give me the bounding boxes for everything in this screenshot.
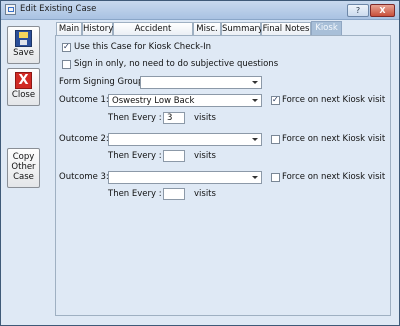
outcome-3-visits-label: visits: [194, 189, 216, 199]
close-label: Close: [11, 90, 36, 100]
title-bar: Edit Existing Case ? X: [1, 1, 399, 20]
outcome-3-dropdown[interactable]: [108, 171, 262, 184]
form-signing-group-dropdown[interactable]: [140, 76, 262, 89]
outcome-1-then-every-label: Then Every :: [108, 113, 162, 123]
save-icon: [15, 30, 32, 47]
outcome-1-visits-label: visits: [194, 113, 216, 123]
sign-in-only-checkbox[interactable]: [62, 60, 71, 69]
save-button[interactable]: Save: [7, 26, 40, 64]
copy-label-line2: Other: [11, 162, 36, 172]
kiosk-panel: Use this Case for Kiosk Check-In Sign in…: [55, 35, 391, 316]
outcome-3-every-input[interactable]: [163, 188, 185, 200]
chevron-down-icon: [252, 81, 258, 84]
tab-final-notes[interactable]: Final Notes: [261, 22, 311, 36]
outcome-1-value: Oswestry Low Back: [112, 96, 195, 106]
close-x-icon: X: [15, 72, 32, 89]
main-area: Main History Accident Description Misc. …: [50, 20, 397, 322]
outcome-1-label: Outcome 1:: [59, 95, 109, 105]
chevron-down-icon: [252, 138, 258, 141]
window-title: Edit Existing Case: [20, 4, 97, 14]
close-button[interactable]: X Close: [7, 68, 40, 106]
outcome-2-dropdown[interactable]: [108, 133, 262, 146]
edit-case-window: Edit Existing Case ? X Save X Close Copy…: [0, 0, 400, 326]
outcome-1-every-input[interactable]: 3: [163, 112, 185, 124]
chevron-down-icon: [252, 99, 258, 102]
outcome-2-then-every-label: Then Every :: [108, 151, 162, 161]
outcome-3-then-every-label: Then Every :: [108, 189, 162, 199]
copy-other-case-button[interactable]: Copy Other Case: [7, 148, 40, 188]
copy-label-line3: Case: [13, 172, 34, 182]
outcome-2-force-checkbox[interactable]: [271, 135, 280, 144]
copy-label-line1: Copy: [12, 152, 35, 162]
help-button[interactable]: ?: [347, 4, 369, 17]
outcome-3-force-label: Force on next Kiosk visit: [282, 172, 386, 182]
use-case-checkbox[interactable]: [62, 42, 71, 52]
outcome-2-every-input[interactable]: [163, 150, 185, 162]
outcome-3-label: Outcome 3:: [59, 172, 109, 182]
use-case-label: Use this Case for Kiosk Check-In: [74, 42, 211, 52]
outcome-1-force-label: Force on next Kiosk visit: [282, 95, 386, 105]
sign-in-only-label: Sign in only, no need to do subjective q…: [74, 59, 279, 69]
save-label: Save: [13, 48, 34, 58]
outcome-3-force-checkbox[interactable]: [271, 173, 280, 182]
tab-misc[interactable]: Misc.: [193, 22, 221, 36]
window-close-button[interactable]: X: [370, 4, 395, 17]
tab-kiosk[interactable]: Kiosk: [311, 21, 342, 36]
outcome-1-force-checkbox[interactable]: [271, 95, 280, 105]
form-signing-group-label: Form Signing Group:: [59, 77, 147, 87]
tab-summary[interactable]: Summary: [221, 22, 263, 36]
outcome-2-force-label: Force on next Kiosk visit: [282, 134, 386, 144]
chevron-down-icon: [252, 176, 258, 179]
app-icon: [5, 4, 16, 15]
outcome-2-visits-label: visits: [194, 151, 216, 161]
action-sidebar: Save X Close Copy Other Case: [2, 20, 47, 322]
tab-main[interactable]: Main: [56, 22, 82, 36]
outcome-1-dropdown[interactable]: Oswestry Low Back: [108, 94, 262, 107]
tab-history[interactable]: History: [82, 22, 113, 36]
outcome-2-label: Outcome 2:: [59, 134, 109, 144]
tab-accident-description[interactable]: Accident Description: [113, 22, 193, 47]
